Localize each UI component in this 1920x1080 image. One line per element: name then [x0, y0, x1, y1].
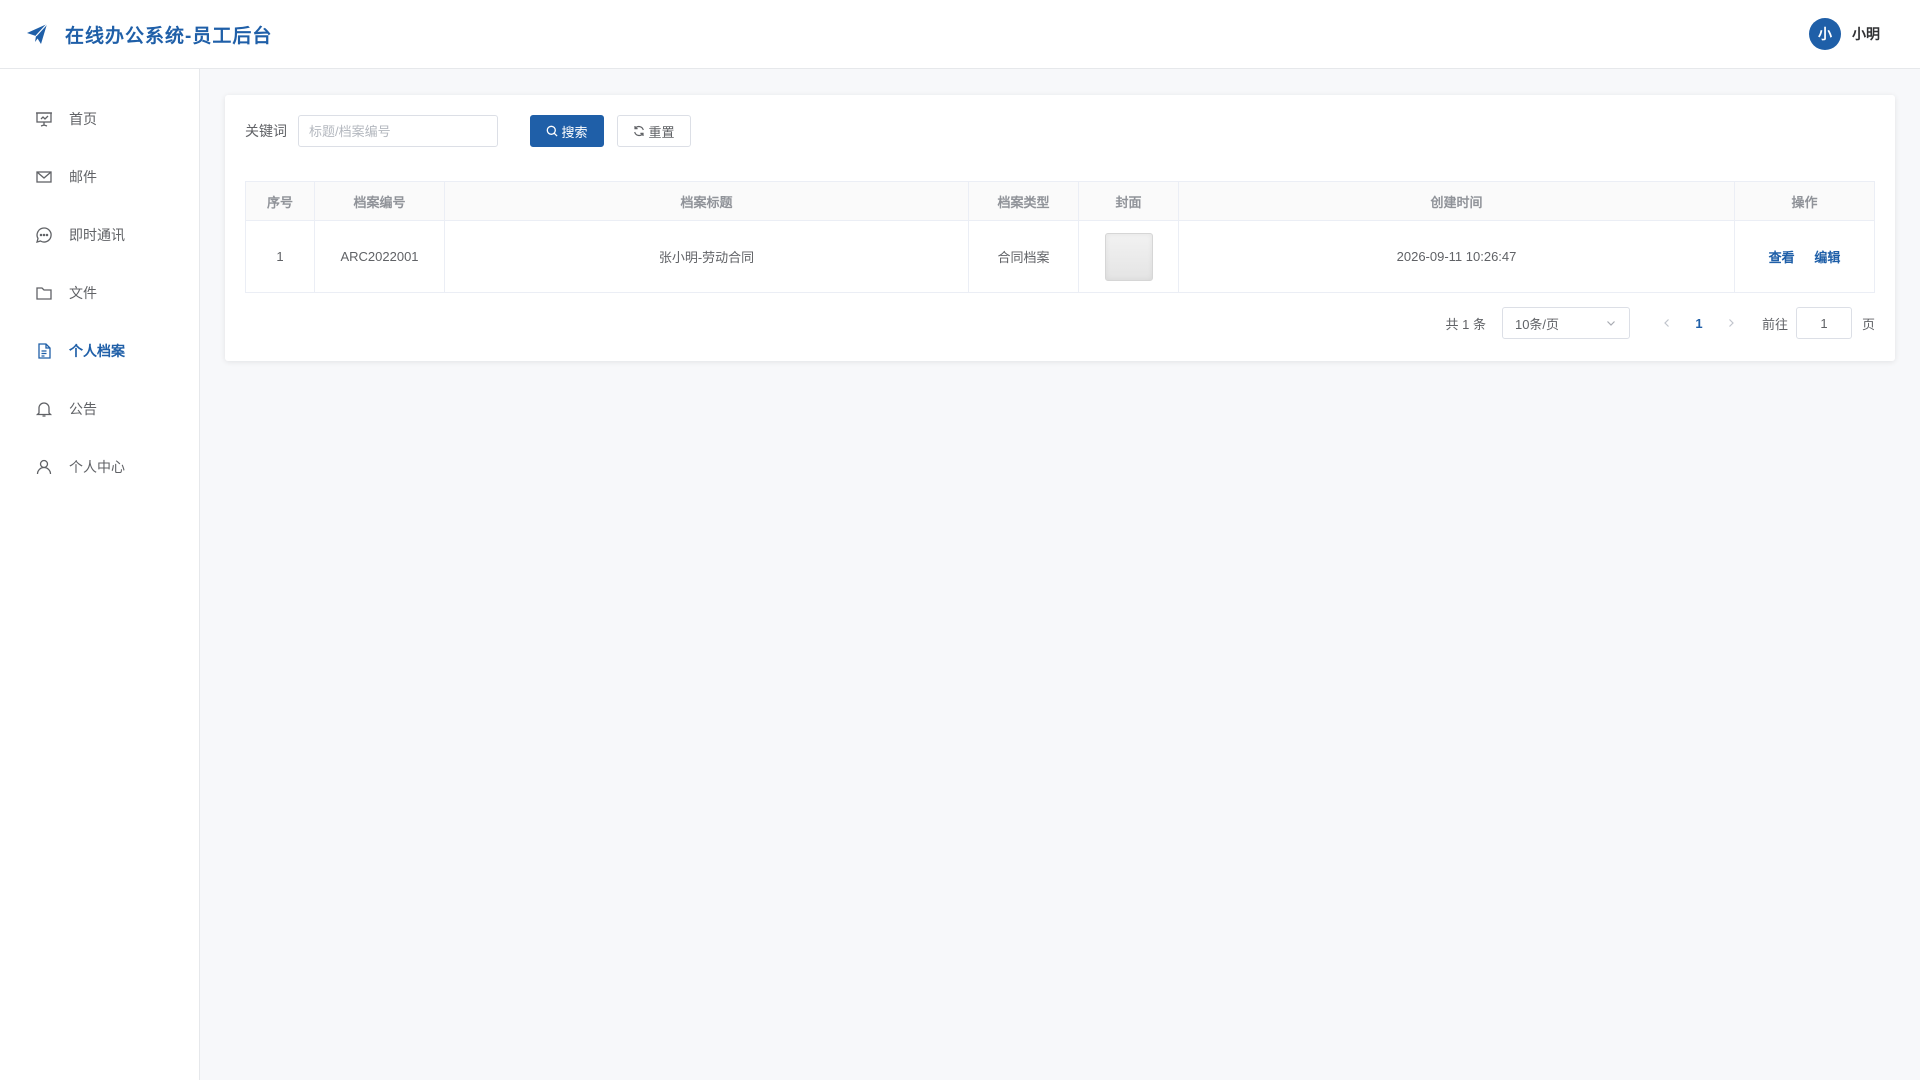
sidebar-item-label: 公告 [69, 401, 97, 417]
page-number-current[interactable]: 1 [1682, 316, 1716, 331]
mail-icon [35, 168, 53, 186]
table-row: 1 ARC2022001 张小明-劳动合同 合同档案 2026-09-11 10… [245, 220, 1875, 293]
sidebar-item-mail[interactable]: 邮件 [0, 148, 199, 206]
keyword-input[interactable] [298, 115, 498, 147]
cell-index: 1 [245, 220, 315, 293]
table-header-row: 序号 档案编号 档案标题 档案类型 封面 创建时间 操作 [245, 181, 1875, 221]
cell-title: 张小明-劳动合同 [444, 220, 969, 293]
presentation-icon [35, 110, 53, 128]
page-size-select[interactable]: 10条/页 [1501, 307, 1630, 339]
filter-bar: 关键词 搜索 重置 [245, 115, 1875, 147]
brand: 在线办公系统-员工后台 [25, 21, 272, 48]
column-header-title: 档案标题 [444, 181, 969, 221]
sidebar: 首页 邮件 即时通讯 文件 个人档案 公告 个人中心 [0, 69, 200, 1080]
sidebar-item-label: 个人中心 [69, 459, 125, 475]
cell-type: 合同档案 [968, 220, 1079, 293]
sidebar-item-label: 个人档案 [69, 343, 125, 359]
reset-button-label: 重置 [648, 124, 675, 140]
user-icon [35, 458, 53, 476]
cell-created: 2026-09-11 10:26:47 [1178, 220, 1735, 293]
refresh-icon [634, 126, 645, 136]
column-header-index: 序号 [245, 181, 315, 221]
goto-label: 前往 [1761, 316, 1788, 332]
archive-table: 序号 档案编号 档案标题 档案类型 封面 创建时间 操作 1 ARC202200… [245, 181, 1875, 293]
page-size-value: 10条/页 [1514, 316, 1560, 332]
cell-actions: 查看 编辑 [1734, 220, 1875, 293]
username[interactable]: 小明 [1852, 24, 1880, 44]
chat-icon [35, 226, 53, 244]
cell-code: ARC2022001 [314, 220, 445, 293]
cell-cover [1078, 220, 1179, 293]
chevron-down-icon [1605, 317, 1617, 329]
total-count: 共 1 条 [1445, 316, 1486, 332]
keyword-label: 关键词 [245, 123, 287, 139]
cover-thumbnail[interactable] [1104, 232, 1153, 281]
sidebar-item-chat[interactable]: 即时通讯 [0, 206, 199, 264]
top-header: 在线办公系统-员工后台 小 小明 [0, 0, 1920, 69]
prev-page-button[interactable] [1652, 307, 1682, 339]
column-header-cover: 封面 [1078, 181, 1179, 221]
search-icon [547, 125, 559, 137]
sidebar-item-label: 文件 [69, 285, 97, 301]
chevron-right-icon [1729, 319, 1734, 327]
sidebar-item-profile-archive[interactable]: 个人档案 [0, 322, 199, 380]
paper-plane-icon [25, 22, 49, 46]
search-button[interactable]: 搜索 [530, 115, 604, 147]
chevron-left-icon [1664, 319, 1669, 327]
column-header-created: 创建时间 [1178, 181, 1735, 221]
column-header-code: 档案编号 [314, 181, 445, 221]
sidebar-item-label: 邮件 [69, 169, 97, 185]
archive-card: 关键词 搜索 重置 序号 档案编号 档案标题 档案类型 封面 创建时间 操作 [225, 95, 1895, 361]
folder-icon [35, 284, 53, 302]
document-icon [35, 342, 53, 360]
view-link[interactable]: 查看 [1769, 250, 1795, 265]
sidebar-item-home[interactable]: 首页 [0, 90, 199, 148]
next-page-button[interactable] [1716, 307, 1746, 339]
edit-link[interactable]: 编辑 [1814, 250, 1840, 265]
user-menu[interactable]: 小 小明 [1809, 18, 1880, 50]
reset-button[interactable]: 重置 [617, 115, 691, 147]
column-header-type: 档案类型 [968, 181, 1079, 221]
sidebar-item-personal-center[interactable]: 个人中心 [0, 438, 199, 496]
sidebar-item-label: 即时通讯 [69, 227, 125, 243]
column-header-actions: 操作 [1734, 181, 1875, 221]
app-title: 在线办公系统-员工后台 [65, 25, 273, 47]
page-unit-label: 页 [1861, 316, 1875, 332]
goto-page-input[interactable] [1795, 307, 1852, 339]
sidebar-item-announcements[interactable]: 公告 [0, 380, 199, 438]
sidebar-item-label: 首页 [69, 111, 97, 127]
avatar[interactable]: 小 [1809, 18, 1841, 50]
bell-icon [35, 400, 53, 418]
sidebar-item-files[interactable]: 文件 [0, 264, 199, 322]
pagination: 共 1 条 10条/页 1 前往 页 [245, 307, 1875, 339]
search-button-label: 搜索 [561, 124, 588, 140]
